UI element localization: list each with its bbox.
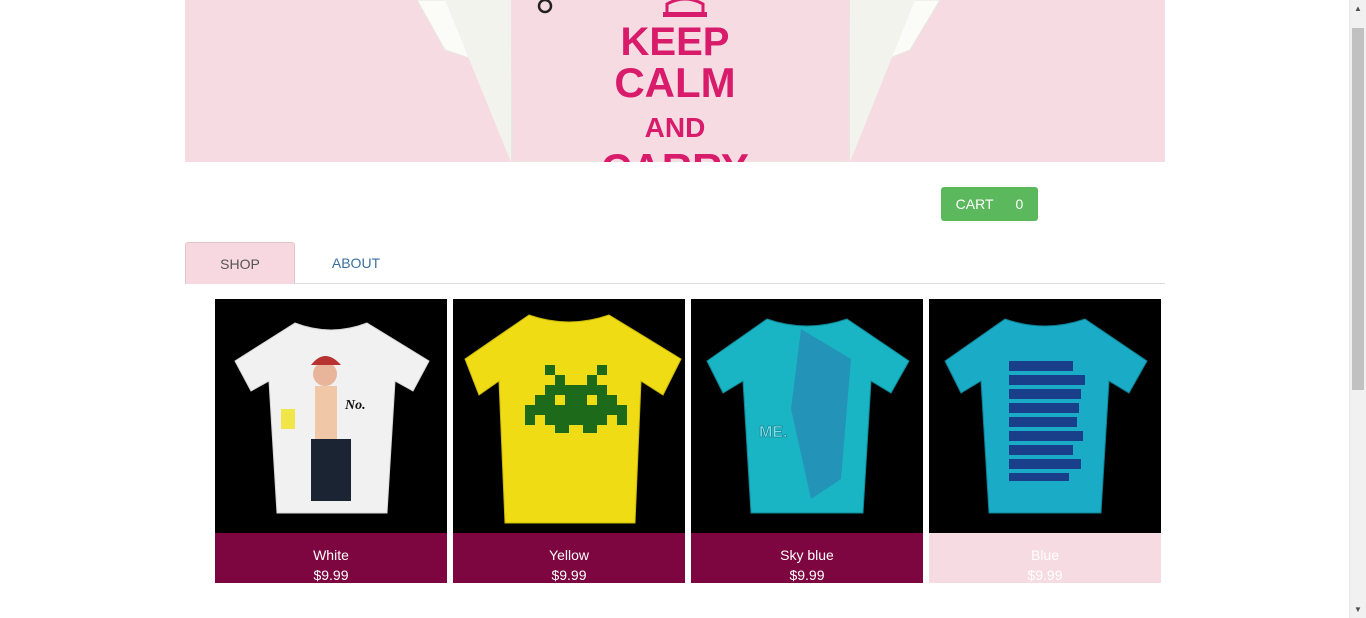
nav-tabs: SHOP ABOUT [185,242,1165,284]
product-caption-white: White $9.99 [215,533,447,583]
cart-button[interactable]: CART 0 [941,187,1038,221]
product-price: $9.99 [551,567,587,583]
product-card-yellow[interactable]: Yellow $9.99 [453,299,685,583]
product-price: $9.99 [789,567,825,583]
tab-shop-label: SHOP [220,255,260,272]
banner-calm-text: CALM [614,59,736,106]
product-image-yellow[interactable] [453,299,685,533]
tshirt-yellow-image [464,314,682,524]
product-name: Blue [1030,547,1060,563]
scroll-thumb[interactable] [1352,28,1364,390]
product-caption-sky-blue: Sky blue $9.99 [691,533,923,583]
product-name: Yellow [549,547,589,563]
product-card-blue[interactable]: Blue $9.99 [929,299,1161,583]
tshirt-sky-blue-image: ME. [706,318,910,514]
tab-about-label: ABOUT [331,255,381,271]
scroll-up-arrow-icon[interactable]: ▲ [1350,0,1366,17]
product-name: White [313,547,349,563]
svg-text:ME.: ME. [759,424,787,441]
cart-count: 0 [1015,196,1024,212]
scroll-down-arrow-icon[interactable]: ▼ [1350,601,1366,618]
product-image-white[interactable]: No. [215,299,447,533]
vertical-scrollbar[interactable]: ▲ ▼ [1349,0,1366,618]
product-card-sky-blue[interactable]: ME. Sky blue $9.99 [691,299,923,583]
tshirt-blue-image [944,318,1148,514]
product-card-white[interactable]: No. White $9.99 [215,299,447,583]
banner-carry-text: CARRY [185,148,1165,163]
header-banner: KEEP CALM AND CARRY [185,0,1165,162]
product-price: $9.99 [1027,567,1063,583]
tshirt-white-image: No. [234,322,430,514]
product-image-blue[interactable] [929,299,1161,533]
product-price: $9.99 [313,567,349,583]
banner-and-text: AND [644,112,706,143]
tab-about[interactable]: ABOUT [297,242,415,284]
product-name: Sky blue [780,547,834,563]
banner-keep-text: KEEP [620,20,730,64]
product-caption-blue: Blue $9.99 [929,533,1161,583]
page: KEEP CALM AND CARRY CART 0 SHOP ABOUT No… [0,0,1366,618]
svg-text:No.: No. [344,398,366,413]
cart-label: CART [955,196,994,212]
tab-shop[interactable]: SHOP [185,242,295,284]
product-caption-yellow: Yellow $9.99 [453,533,685,583]
product-image-sky-blue[interactable]: ME. [691,299,923,533]
